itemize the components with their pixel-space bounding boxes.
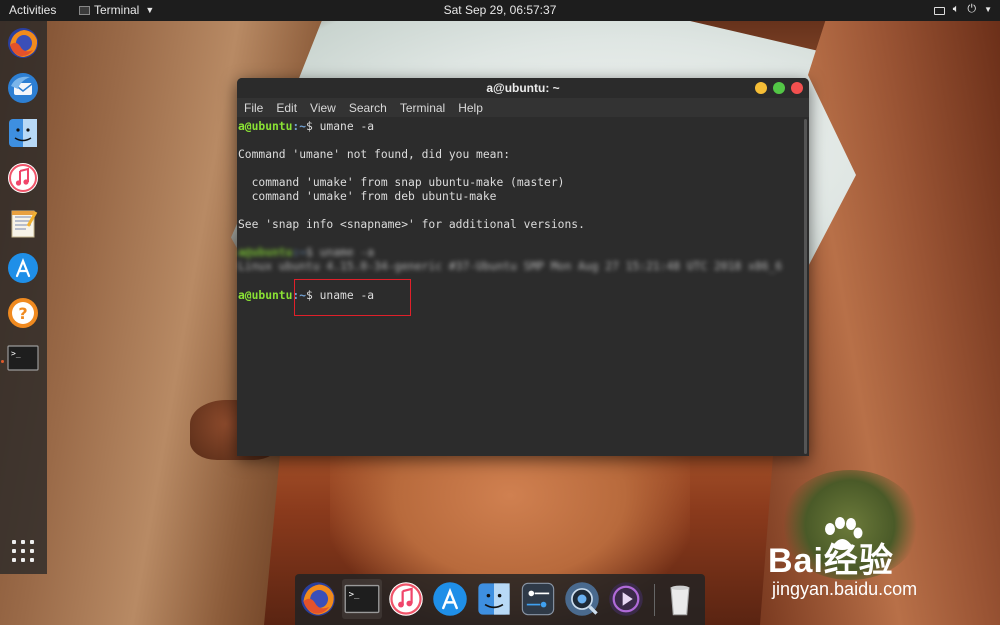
firefox-icon[interactable]: [298, 579, 338, 619]
show-applications-grid-icon[interactable]: [12, 540, 34, 562]
minimize-button[interactable]: [755, 82, 767, 94]
menu-help[interactable]: Help: [458, 101, 483, 115]
chevron-down-icon: ▼: [145, 5, 155, 15]
firefox-icon[interactable]: [5, 25, 41, 61]
terminal-line: Command 'umane' not found, did you mean:: [238, 148, 511, 161]
watermark-title: Bai经验: [768, 542, 894, 580]
clock[interactable]: Sat Sep 29, 06:57:37: [444, 3, 557, 17]
svg-text:?: ?: [18, 304, 27, 323]
svg-text:>_: >_: [11, 349, 21, 358]
terminal-line: command 'umake' from snap ubuntu-make (m…: [238, 176, 565, 189]
highlight-annotation-box: [294, 279, 411, 316]
dock-separator: [654, 584, 655, 616]
music-icon[interactable]: [386, 579, 426, 619]
terminal-line: See 'snap info <snapname>' for additiona…: [238, 218, 585, 231]
app-menu[interactable]: Terminal ▼: [79, 3, 154, 17]
music-icon[interactable]: [5, 160, 41, 196]
app-store-icon[interactable]: [430, 579, 470, 619]
mail-icon[interactable]: [5, 70, 41, 106]
settings-icon[interactable]: [518, 579, 558, 619]
files-icon[interactable]: [5, 115, 41, 151]
text-editor-icon[interactable]: [5, 205, 41, 241]
app-store-icon[interactable]: [5, 250, 41, 286]
window-titlebar[interactable]: a@ubuntu: ~: [237, 78, 809, 98]
menu-edit[interactable]: Edit: [276, 101, 297, 115]
chevron-down-icon[interactable]: ▼: [984, 5, 992, 14]
menu-view[interactable]: View: [310, 101, 336, 115]
baidu-jingyan-watermark: Bai经验 jingyan.baidu.com: [768, 517, 978, 603]
watermark-url: jingyan.baidu.com: [772, 579, 918, 599]
window-title: a@ubuntu: ~: [486, 81, 560, 95]
terminal-line-blurred: a@ubuntu:~$ uname -a: [238, 246, 375, 259]
menu-search[interactable]: Search: [349, 101, 387, 115]
menu-terminal[interactable]: Terminal: [400, 101, 445, 115]
terminal-small-icon: [79, 5, 90, 15]
screenshot-icon[interactable]: [562, 579, 602, 619]
terminal-line: command 'umake' from deb ubuntu-make: [238, 190, 497, 203]
system-tray[interactable]: 🔈︎ ⏻ ▼: [933, 3, 992, 16]
files-icon[interactable]: [474, 579, 514, 619]
menu-bar: File Edit View Search Terminal Help: [237, 98, 809, 117]
left-dock: ? >_: [0, 21, 47, 574]
top-bar: Activities Terminal ▼ Sat Sep 29, 06:57:…: [0, 0, 1000, 21]
close-button[interactable]: [791, 82, 803, 94]
app-menu-label: Terminal: [94, 3, 140, 17]
maximize-button[interactable]: [773, 82, 785, 94]
terminal-icon[interactable]: >_: [342, 579, 382, 619]
bottom-dock: >_: [295, 574, 705, 625]
network-icon[interactable]: [933, 6, 945, 15]
terminal-icon[interactable]: >_: [5, 340, 41, 376]
terminal-window[interactable]: a@ubuntu: ~ File Edit View Search Termin…: [237, 78, 809, 456]
svg-text:>_: >_: [349, 590, 360, 600]
menu-file[interactable]: File: [244, 101, 263, 115]
running-indicator: [1, 360, 4, 363]
power-icon[interactable]: ⏻: [967, 3, 976, 16]
scrollbar[interactable]: [804, 119, 807, 454]
volume-icon[interactable]: 🔈︎: [953, 3, 960, 16]
activities-button[interactable]: Activities: [9, 3, 56, 17]
help-icon[interactable]: ?: [5, 295, 41, 331]
terminal-line-blurred: Linux ubuntu 4.15.0-34-generic #37-Ubunt…: [238, 260, 783, 273]
video-icon[interactable]: [606, 579, 646, 619]
trash-icon[interactable]: [660, 579, 700, 619]
terminal-line: a@ubuntu:~$ umane -a: [238, 120, 375, 133]
